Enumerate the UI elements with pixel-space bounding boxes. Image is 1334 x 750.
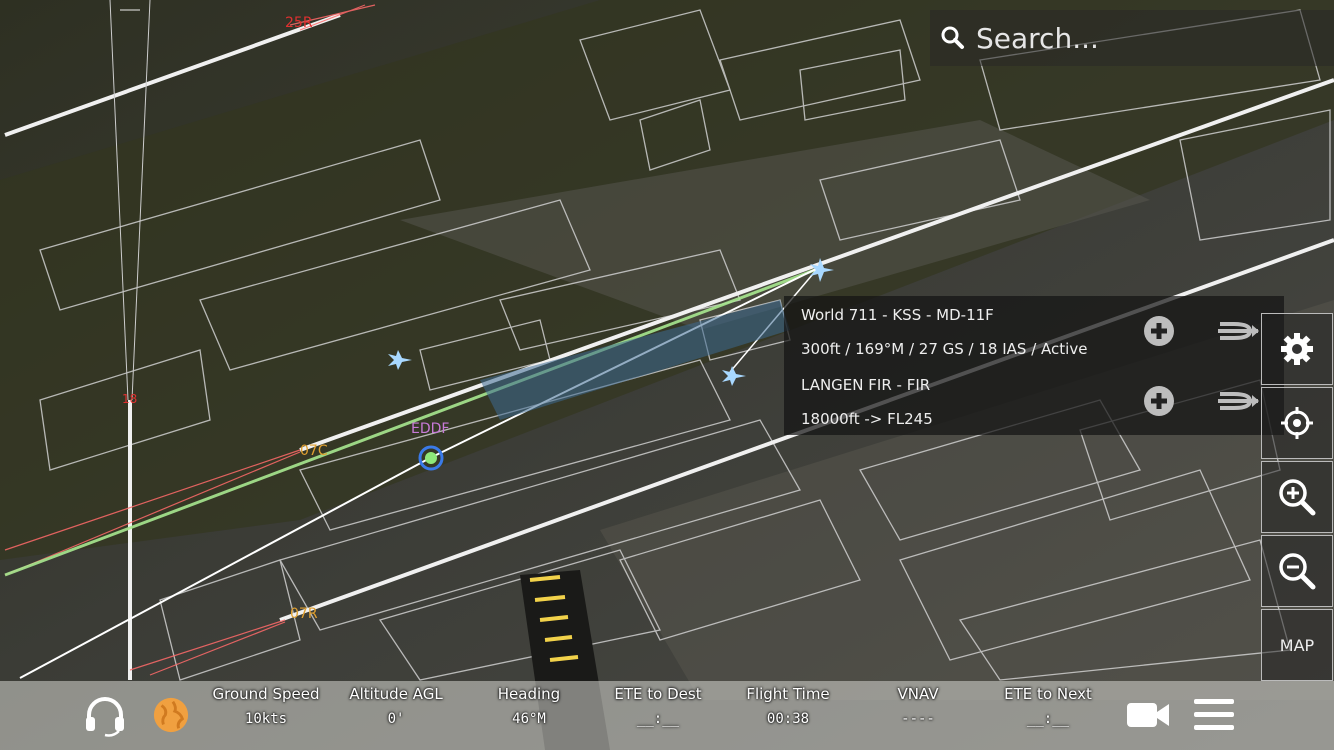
stat-value: 00:38 <box>766 711 810 727</box>
stat-value: 46°M <box>512 711 546 727</box>
runway-label-25r: 25R <box>285 15 313 31</box>
stat-heading: Heading 46°M <box>464 681 594 727</box>
stat-label: Heading <box>497 685 561 703</box>
stat-label: Altitude AGL <box>349 685 443 703</box>
entry-title[interactable]: LANGEN FIR - FIR <box>801 376 930 394</box>
entry-detail: 18000ft -> FL245 <box>801 410 933 428</box>
stat-label: ETE to Next <box>1004 685 1092 703</box>
stat-value: ---- <box>901 711 935 727</box>
zoom-out-icon <box>1279 553 1316 590</box>
add-plus-icon[interactable] <box>1142 384 1176 418</box>
airport-code-label: EDDF <box>411 421 450 437</box>
globe-icon[interactable] <box>152 696 190 734</box>
map-button-label: MAP <box>1279 635 1315 655</box>
info-panel: World 711 - KSS - MD-11F 300ft / 169°M /… <box>784 296 1284 435</box>
route-icon[interactable] <box>1216 384 1260 418</box>
stat-ete-to-next: ETE to Next __:__ <box>983 681 1113 727</box>
bottom-bar: Ground Speed 10kts Altitude AGL 0' Headi… <box>0 681 1334 750</box>
stat-value: 0' <box>387 711 405 727</box>
stat-altitude-agl: Altitude AGL 0' <box>331 681 461 727</box>
stat-ete-to-dest: ETE to Dest __:__ <box>593 681 723 727</box>
camera-icon[interactable] <box>1126 699 1170 731</box>
entry-title[interactable]: World 711 - KSS - MD-11F <box>801 306 994 324</box>
gear-icon <box>1281 333 1313 365</box>
stat-value: __:__ <box>636 711 680 727</box>
map-button[interactable]: MAP <box>1261 609 1333 681</box>
zoom-in-icon <box>1279 479 1316 516</box>
stat-label: Flight Time <box>746 685 830 703</box>
center-location-button[interactable] <box>1261 387 1333 459</box>
stat-label: Ground Speed <box>212 685 320 703</box>
stat-ground-speed: Ground Speed 10kts <box>201 681 331 727</box>
stat-label: VNAV <box>897 685 939 703</box>
search-input[interactable]: Search... <box>976 22 1099 55</box>
crosshair-icon <box>1281 407 1313 439</box>
runway-label-18: 18 <box>122 392 138 406</box>
headset-icon[interactable] <box>83 693 127 737</box>
add-plus-icon[interactable] <box>1142 314 1176 348</box>
settings-button[interactable] <box>1261 313 1333 385</box>
runway-label-07c: 07C <box>300 443 328 459</box>
stat-flight-time: Flight Time 00:38 <box>723 681 853 727</box>
zoom-in-button[interactable] <box>1261 461 1333 533</box>
search-icon <box>941 26 964 49</box>
stat-vnav: VNAV ---- <box>853 681 983 727</box>
menu-icon[interactable] <box>1194 698 1234 732</box>
runway-label-07r: 07R <box>290 606 318 622</box>
stat-value: 10kts <box>244 711 288 727</box>
route-icon[interactable] <box>1216 314 1260 348</box>
stat-label: ETE to Dest <box>614 685 702 703</box>
zoom-out-button[interactable] <box>1261 535 1333 607</box>
stat-value: __:__ <box>1026 711 1070 727</box>
entry-detail: 300ft / 169°M / 27 GS / 18 IAS / Active <box>801 340 1088 358</box>
search-bar[interactable]: Search... <box>930 10 1334 66</box>
